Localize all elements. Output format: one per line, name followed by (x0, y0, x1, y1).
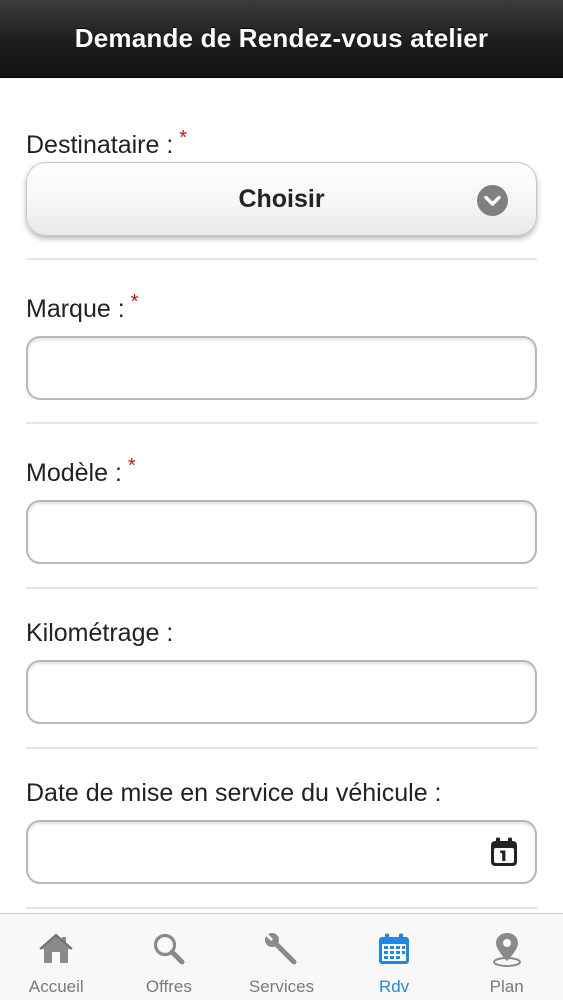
tab-accueil[interactable]: Accueil (0, 914, 113, 1000)
divider (26, 907, 537, 909)
select-value: Choisir (238, 184, 325, 213)
required-marker: * (179, 127, 188, 149)
marque-input-wrapper (26, 336, 537, 400)
date-input-wrapper (26, 820, 537, 884)
marque-input[interactable] (26, 336, 537, 400)
field-marque: Marque : * (26, 291, 537, 326)
marque-label: Marque : * (26, 291, 537, 326)
destinataire-label-text: Destinataire : (26, 131, 174, 159)
page-title: Demande de Rendez-vous atelier (74, 23, 489, 53)
tab-label: Rdv (378, 977, 410, 996)
modele-label: Modèle : * (26, 455, 537, 490)
home-icon (37, 930, 75, 968)
destinataire-select-wrapper: Choisir (26, 162, 537, 236)
field-destinataire: Destinataire : * (26, 127, 537, 162)
tab-label: Offres (145, 977, 192, 996)
tab-services[interactable]: Services (225, 914, 338, 1000)
tab-label: Plan (489, 977, 524, 996)
required-marker: * (130, 291, 139, 313)
chevron-down-icon (477, 185, 508, 216)
divider (26, 747, 537, 749)
required-marker: * (127, 455, 136, 477)
calendar-icon[interactable] (489, 836, 519, 868)
bottom-tab-bar: Accueil Offres Services Rdv Plan (0, 913, 563, 1000)
divider (26, 258, 537, 260)
marque-label-text: Marque : (26, 295, 125, 323)
appointment-form: Destinataire : * Choisir Marque : * Modè… (0, 78, 563, 913)
field-kilometrage: Kilométrage : (26, 618, 537, 648)
wrench-icon (262, 930, 300, 968)
tab-plan[interactable]: Plan (450, 914, 563, 1000)
map-pin-icon (488, 930, 526, 968)
modele-input[interactable] (26, 500, 537, 564)
divider (26, 422, 537, 424)
divider (26, 587, 537, 589)
date-mise-en-service-label: Date de mise en service du véhicule : (26, 779, 442, 807)
tab-rdv[interactable]: Rdv (338, 914, 451, 1000)
tab-label: Accueil (28, 977, 84, 996)
destinataire-select[interactable]: Choisir (26, 162, 537, 236)
field-modele: Modèle : * (26, 455, 537, 490)
destinataire-label: Destinataire : * (26, 127, 537, 162)
calendar-icon (375, 930, 413, 968)
kilometrage-label: Kilométrage : (26, 619, 174, 647)
kilometrage-input[interactable] (26, 660, 537, 724)
header-bar: Demande de Rendez-vous atelier (0, 0, 563, 78)
tab-label: Services (248, 977, 315, 996)
search-icon (150, 930, 188, 968)
date-input[interactable] (26, 820, 537, 884)
app-screen: Demande de Rendez-vous atelier Destinata… (0, 0, 563, 1000)
modele-input-wrapper (26, 500, 537, 564)
tab-offres[interactable]: Offres (113, 914, 226, 1000)
modele-label-text: Modèle : (26, 459, 122, 487)
kilometrage-input-wrapper (26, 660, 537, 724)
field-date-mise-en-service: Date de mise en service du véhicule : (26, 778, 537, 808)
